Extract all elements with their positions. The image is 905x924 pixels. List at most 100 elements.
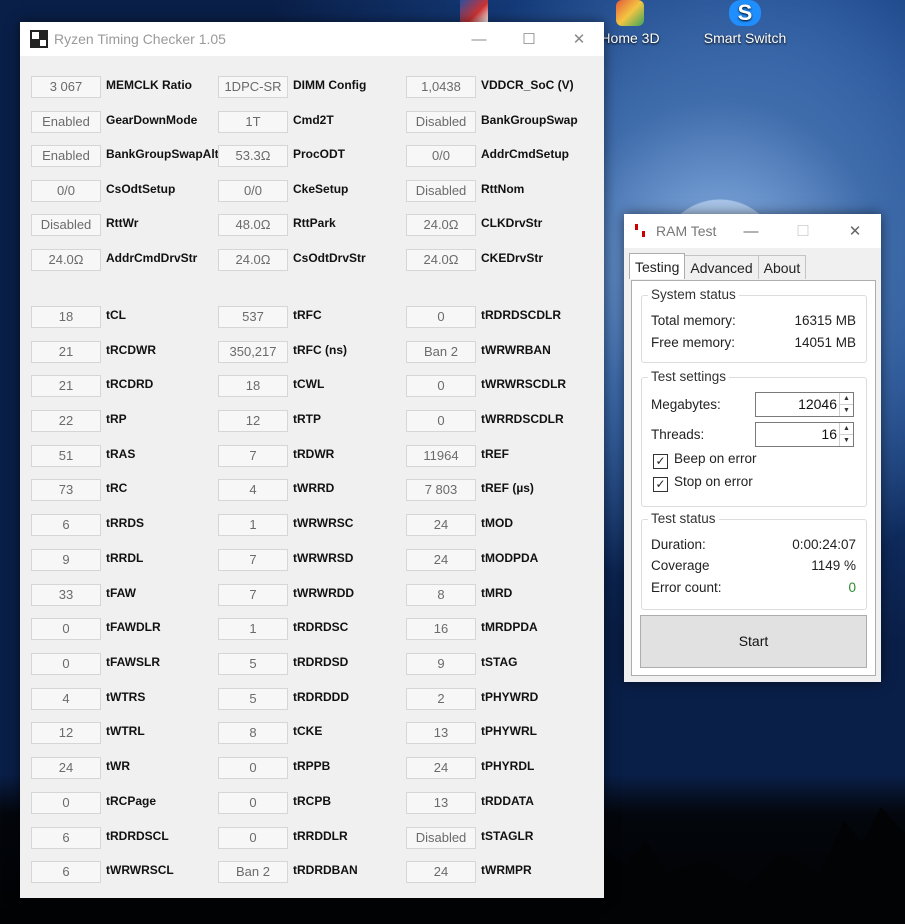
timing-value-field[interactable]: 5 bbox=[218, 688, 288, 710]
timing-value-field[interactable]: 24 bbox=[31, 757, 101, 779]
timing-label: tRDRDDD bbox=[293, 690, 349, 704]
stepper-down-icon[interactable]: ▼ bbox=[840, 405, 853, 416]
maximize-button[interactable]: ☐ bbox=[504, 22, 554, 56]
timing-value-field[interactable]: 0 bbox=[31, 792, 101, 814]
minimize-button[interactable]: — bbox=[454, 22, 504, 56]
timing-value-field[interactable]: 73 bbox=[31, 479, 101, 501]
timing-value-field[interactable]: 33 bbox=[31, 584, 101, 606]
timing-value-field[interactable]: Disabled bbox=[406, 180, 476, 202]
close-button[interactable]: ✕ bbox=[829, 214, 881, 248]
stepper-up-icon[interactable]: ▲ bbox=[840, 423, 853, 435]
timing-value-field[interactable]: 1 bbox=[218, 514, 288, 536]
timing-value-field[interactable]: Disabled bbox=[406, 111, 476, 133]
timing-value-field[interactable]: 1,0438 bbox=[406, 76, 476, 98]
megabytes-stepper[interactable]: 12046 ▲ ▼ bbox=[755, 392, 854, 417]
timing-value-field[interactable]: 1DPC-SR bbox=[218, 76, 288, 98]
timing-value-field[interactable]: 0 bbox=[406, 375, 476, 397]
timing-label: tREF (µs) bbox=[481, 481, 534, 495]
timing-value-field[interactable]: 9 bbox=[31, 549, 101, 571]
timing-value-field[interactable]: 21 bbox=[31, 341, 101, 363]
stepper-down-icon[interactable]: ▼ bbox=[840, 435, 853, 446]
timing-value-field[interactable]: 0 bbox=[406, 410, 476, 432]
desktop-icon-partial[interactable] bbox=[460, 0, 488, 22]
timing-value-field[interactable]: 24 bbox=[406, 514, 476, 536]
tab-about[interactable]: About bbox=[757, 255, 807, 279]
timing-value-field[interactable]: 4 bbox=[31, 688, 101, 710]
timing-value-field[interactable]: 0 bbox=[218, 757, 288, 779]
timing-value-field[interactable]: 4 bbox=[218, 479, 288, 501]
timing-value-field[interactable]: 11964 bbox=[406, 445, 476, 467]
timing-value-field[interactable]: 8 bbox=[406, 584, 476, 606]
timing-value-field[interactable]: 9 bbox=[406, 653, 476, 675]
desktop-icon-smart-switch[interactable]: S Smart Switch bbox=[700, 0, 790, 46]
timing-value-field[interactable]: 18 bbox=[31, 306, 101, 328]
timing-value-field[interactable]: 24.0Ω bbox=[218, 249, 288, 271]
tab-advanced[interactable]: Advanced bbox=[684, 255, 759, 279]
timing-value-field[interactable]: 13 bbox=[406, 722, 476, 744]
timing-value-field[interactable]: 8 bbox=[218, 722, 288, 744]
desktop-icon-label: Home 3D bbox=[600, 30, 660, 46]
timing-value-field[interactable]: 6 bbox=[31, 827, 101, 849]
timing-value-field[interactable]: Disabled bbox=[406, 827, 476, 849]
timing-value-field[interactable]: 7 803 bbox=[406, 479, 476, 501]
timing-value-field[interactable]: Ban 2 bbox=[218, 861, 288, 883]
timing-label: tWR bbox=[106, 759, 130, 773]
timing-value-field[interactable]: 0 bbox=[31, 653, 101, 675]
timing-value-field[interactable]: 24.0Ω bbox=[31, 249, 101, 271]
timing-value-field[interactable]: 0 bbox=[31, 618, 101, 640]
timing-value-field[interactable]: Enabled bbox=[31, 111, 101, 133]
timing-value-field[interactable]: 0/0 bbox=[406, 145, 476, 167]
timing-value-field[interactable]: 537 bbox=[218, 306, 288, 328]
close-button[interactable]: ✕ bbox=[554, 22, 604, 56]
timing-value-field[interactable]: 1 bbox=[218, 618, 288, 640]
timing-value-field[interactable]: 12 bbox=[31, 722, 101, 744]
timing-value-field[interactable]: 18 bbox=[218, 375, 288, 397]
timing-value-field[interactable]: 2 bbox=[406, 688, 476, 710]
timing-value-field[interactable]: 6 bbox=[31, 861, 101, 883]
timing-value-field[interactable]: 0 bbox=[218, 792, 288, 814]
timing-value-field[interactable]: 24.0Ω bbox=[406, 214, 476, 236]
tab-testing[interactable]: Testing bbox=[629, 253, 686, 279]
timing-value-field[interactable]: 12 bbox=[218, 410, 288, 432]
maximize-button[interactable]: ☐ bbox=[777, 214, 829, 248]
timing-value-field[interactable]: 7 bbox=[218, 445, 288, 467]
timing-value-field[interactable]: 1T bbox=[218, 111, 288, 133]
timing-value-field[interactable]: 24 bbox=[406, 757, 476, 779]
timing-value-field[interactable]: 7 bbox=[218, 549, 288, 571]
stop-on-error-checkbox[interactable]: ✓ Stop on error bbox=[653, 474, 753, 492]
timing-value-field[interactable]: 53.3Ω bbox=[218, 145, 288, 167]
title-bar[interactable]: RAM Test — ☐ ✕ bbox=[624, 214, 881, 248]
timing-value-field[interactable]: Ban 2 bbox=[406, 341, 476, 363]
timing-value-field[interactable]: 22 bbox=[31, 410, 101, 432]
start-button[interactable]: Start bbox=[640, 615, 867, 668]
timing-value-field[interactable]: 13 bbox=[406, 792, 476, 814]
timing-label: tRDRDBAN bbox=[293, 863, 358, 877]
timing-value-field[interactable]: 0/0 bbox=[31, 180, 101, 202]
timing-value-field[interactable]: 6 bbox=[31, 514, 101, 536]
timing-value-field[interactable]: 24 bbox=[406, 861, 476, 883]
timing-value-field[interactable]: 0/0 bbox=[218, 180, 288, 202]
timing-value-field[interactable]: 16 bbox=[406, 618, 476, 640]
timing-value-field[interactable]: 7 bbox=[218, 584, 288, 606]
timing-value-field[interactable]: Disabled bbox=[31, 214, 101, 236]
desktop-icon-home-3d[interactable]: Home 3D bbox=[600, 0, 660, 46]
timing-value-field[interactable]: 24.0Ω bbox=[406, 249, 476, 271]
timing-value-field[interactable]: 5 bbox=[218, 653, 288, 675]
timing-label: tSTAG bbox=[481, 655, 518, 669]
title-bar[interactable]: Ryzen Timing Checker 1.05 — ☐ ✕ bbox=[20, 22, 604, 56]
minimize-button[interactable]: — bbox=[725, 214, 777, 248]
timing-label: tREF bbox=[481, 447, 509, 461]
timing-value-field[interactable]: 51 bbox=[31, 445, 101, 467]
timing-value-field[interactable]: 48.0Ω bbox=[218, 214, 288, 236]
threads-stepper[interactable]: 16 ▲ ▼ bbox=[755, 422, 854, 447]
timing-value-field[interactable]: 24 bbox=[406, 549, 476, 571]
timing-value-field[interactable]: 350,217 bbox=[218, 341, 288, 363]
timing-value-field[interactable]: 21 bbox=[31, 375, 101, 397]
beep-on-error-checkbox[interactable]: ✓ Beep on error bbox=[653, 451, 757, 469]
stepper-up-icon[interactable]: ▲ bbox=[840, 393, 853, 405]
timing-label: tMRD bbox=[481, 586, 513, 600]
timing-value-field[interactable]: Enabled bbox=[31, 145, 101, 167]
timing-value-field[interactable]: 3 067 bbox=[31, 76, 101, 98]
timing-value-field[interactable]: 0 bbox=[218, 827, 288, 849]
timing-value-field[interactable]: 0 bbox=[406, 306, 476, 328]
